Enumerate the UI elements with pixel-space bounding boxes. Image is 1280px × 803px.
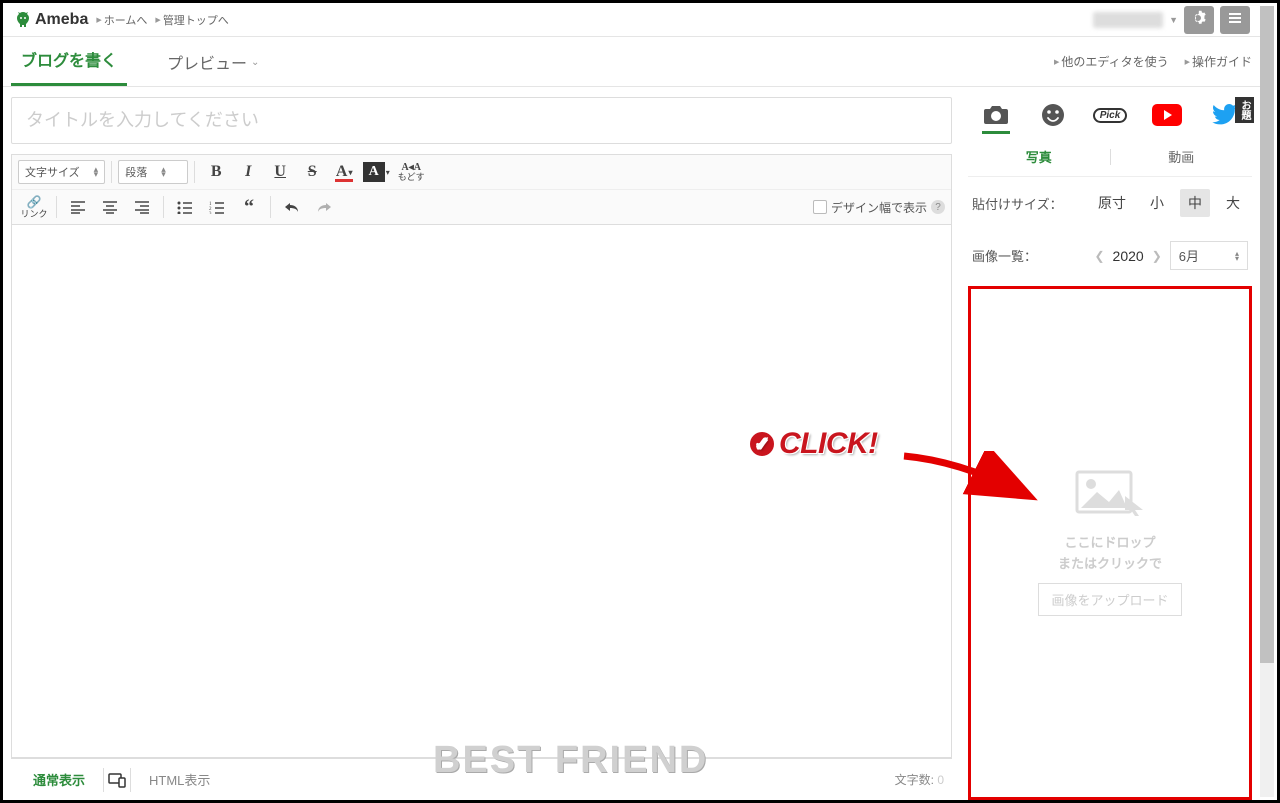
user-dropdown-caret[interactable]: ▼ bbox=[1169, 15, 1178, 25]
title-input[interactable] bbox=[11, 97, 952, 144]
reset-format-button[interactable]: A◂A もどす bbox=[393, 159, 429, 185]
paste-size-label: 貼付けサイズ： bbox=[972, 194, 1063, 213]
scrollbar[interactable] bbox=[1260, 6, 1274, 797]
char-count: 文字数: 0 bbox=[895, 771, 944, 788]
ameba-icon bbox=[13, 10, 33, 30]
block-format-select[interactable]: 段落 ▴▾ bbox=[118, 160, 188, 184]
size-opt-medium[interactable]: 中 bbox=[1180, 189, 1210, 217]
editor-tab-header: ブログを書く プレビュー ⌄ 他のエディタを使う 操作ガイド bbox=[3, 37, 1260, 87]
number-list-button[interactable]: 123 bbox=[202, 194, 232, 220]
undo-button[interactable] bbox=[277, 194, 307, 220]
link-guide[interactable]: 操作ガイド bbox=[1185, 53, 1252, 70]
design-width-checkbox[interactable] bbox=[813, 200, 827, 214]
size-opt-small[interactable]: 小 bbox=[1142, 189, 1172, 217]
image-dropzone[interactable]: ここにドロップ またはクリックで 画像をアップロード bbox=[1038, 470, 1181, 616]
drop-text-line2: またはクリックで bbox=[1038, 554, 1181, 575]
menu-button[interactable] bbox=[1220, 6, 1250, 34]
link-button[interactable]: 🔗 リンク bbox=[18, 194, 50, 220]
nav-admin[interactable]: 管理トップへ bbox=[155, 12, 228, 28]
editor-body[interactable] bbox=[11, 224, 952, 758]
image-list-label: 画像一覧： bbox=[972, 246, 1037, 265]
stepper-icon: ▴▾ bbox=[1235, 251, 1239, 261]
italic-button[interactable]: I bbox=[233, 159, 263, 185]
device-preview-icon[interactable] bbox=[108, 771, 126, 789]
brand-logo[interactable]: Ameba bbox=[13, 10, 88, 30]
svg-text:3: 3 bbox=[209, 212, 212, 214]
month-select[interactable]: 6月 ▴▾ bbox=[1170, 241, 1248, 270]
upload-button[interactable]: 画像をアップロード bbox=[1038, 583, 1181, 616]
size-opt-original[interactable]: 原寸 bbox=[1090, 189, 1134, 217]
redo-button[interactable] bbox=[309, 194, 339, 220]
link-other-editor[interactable]: 他のエディタを使う bbox=[1054, 53, 1169, 70]
media-camera-icon[interactable] bbox=[974, 104, 1018, 126]
year-value: 2020 bbox=[1113, 248, 1144, 264]
stepper-icon: ▴▾ bbox=[161, 167, 166, 177]
quote-button[interactable]: “ bbox=[234, 194, 264, 220]
strikethrough-button[interactable]: S bbox=[297, 159, 327, 185]
align-center-button[interactable] bbox=[95, 194, 125, 220]
gear-icon bbox=[1191, 10, 1207, 29]
bullet-list-button[interactable] bbox=[170, 194, 200, 220]
view-tab-normal[interactable]: 通常表示 bbox=[19, 762, 99, 797]
media-youtube-icon[interactable] bbox=[1145, 104, 1189, 126]
year-next-icon[interactable]: ❯ bbox=[1152, 249, 1162, 263]
media-tab-video[interactable]: 動画 bbox=[1111, 137, 1253, 176]
tab-write[interactable]: ブログを書く bbox=[11, 33, 127, 86]
image-placeholder-icon bbox=[1038, 470, 1181, 523]
hamburger-icon bbox=[1227, 10, 1243, 29]
align-left-button[interactable] bbox=[63, 194, 93, 220]
help-icon[interactable]: ? bbox=[931, 200, 945, 214]
odai-tab[interactable]: お題 bbox=[1235, 97, 1254, 123]
view-tab-html[interactable]: HTML表示 bbox=[135, 762, 224, 797]
size-opt-large[interactable]: 大 bbox=[1218, 189, 1248, 217]
tab-preview[interactable]: プレビュー ⌄ bbox=[157, 36, 269, 86]
username-blurred[interactable] bbox=[1093, 12, 1163, 28]
align-right-button[interactable] bbox=[127, 194, 157, 220]
media-sidebar: Pick お題 写真 動画 貼付けサイズ： bbox=[960, 87, 1260, 800]
design-width-label: デザイン幅で表示 bbox=[831, 199, 927, 216]
text-color-button[interactable]: A▾ bbox=[329, 159, 359, 185]
font-size-select[interactable]: 文字サイズ ▴▾ bbox=[18, 160, 105, 184]
media-emoji-icon[interactable] bbox=[1031, 103, 1075, 127]
top-header: Ameba ホームへ 管理トップへ ▼ bbox=[3, 3, 1260, 37]
stepper-icon: ▴▾ bbox=[94, 167, 99, 177]
toolbar: 文字サイズ ▴▾ 段落 ▴▾ B I U S A▾ A▾ bbox=[11, 154, 952, 224]
bold-button[interactable]: B bbox=[201, 159, 231, 185]
dropzone-highlight: ここにドロップ またはクリックで 画像をアップロード bbox=[968, 286, 1252, 800]
chevron-down-icon: ⌄ bbox=[251, 57, 259, 68]
brand-text: Ameba bbox=[35, 11, 88, 29]
nav-home[interactable]: ホームへ bbox=[96, 12, 147, 28]
media-tab-photo[interactable]: 写真 bbox=[968, 137, 1110, 176]
drop-text-line1: ここにドロップ bbox=[1038, 533, 1181, 554]
view-footer: 通常表示 HTML表示 文字数: 0 bbox=[11, 758, 952, 800]
link-icon: 🔗 bbox=[27, 195, 42, 210]
media-pick-icon[interactable]: Pick bbox=[1088, 108, 1132, 123]
underline-button[interactable]: U bbox=[265, 159, 295, 185]
settings-button[interactable] bbox=[1184, 6, 1214, 34]
bg-color-button[interactable]: A▾ bbox=[361, 159, 391, 185]
year-prev-icon[interactable]: ❮ bbox=[1094, 249, 1104, 263]
